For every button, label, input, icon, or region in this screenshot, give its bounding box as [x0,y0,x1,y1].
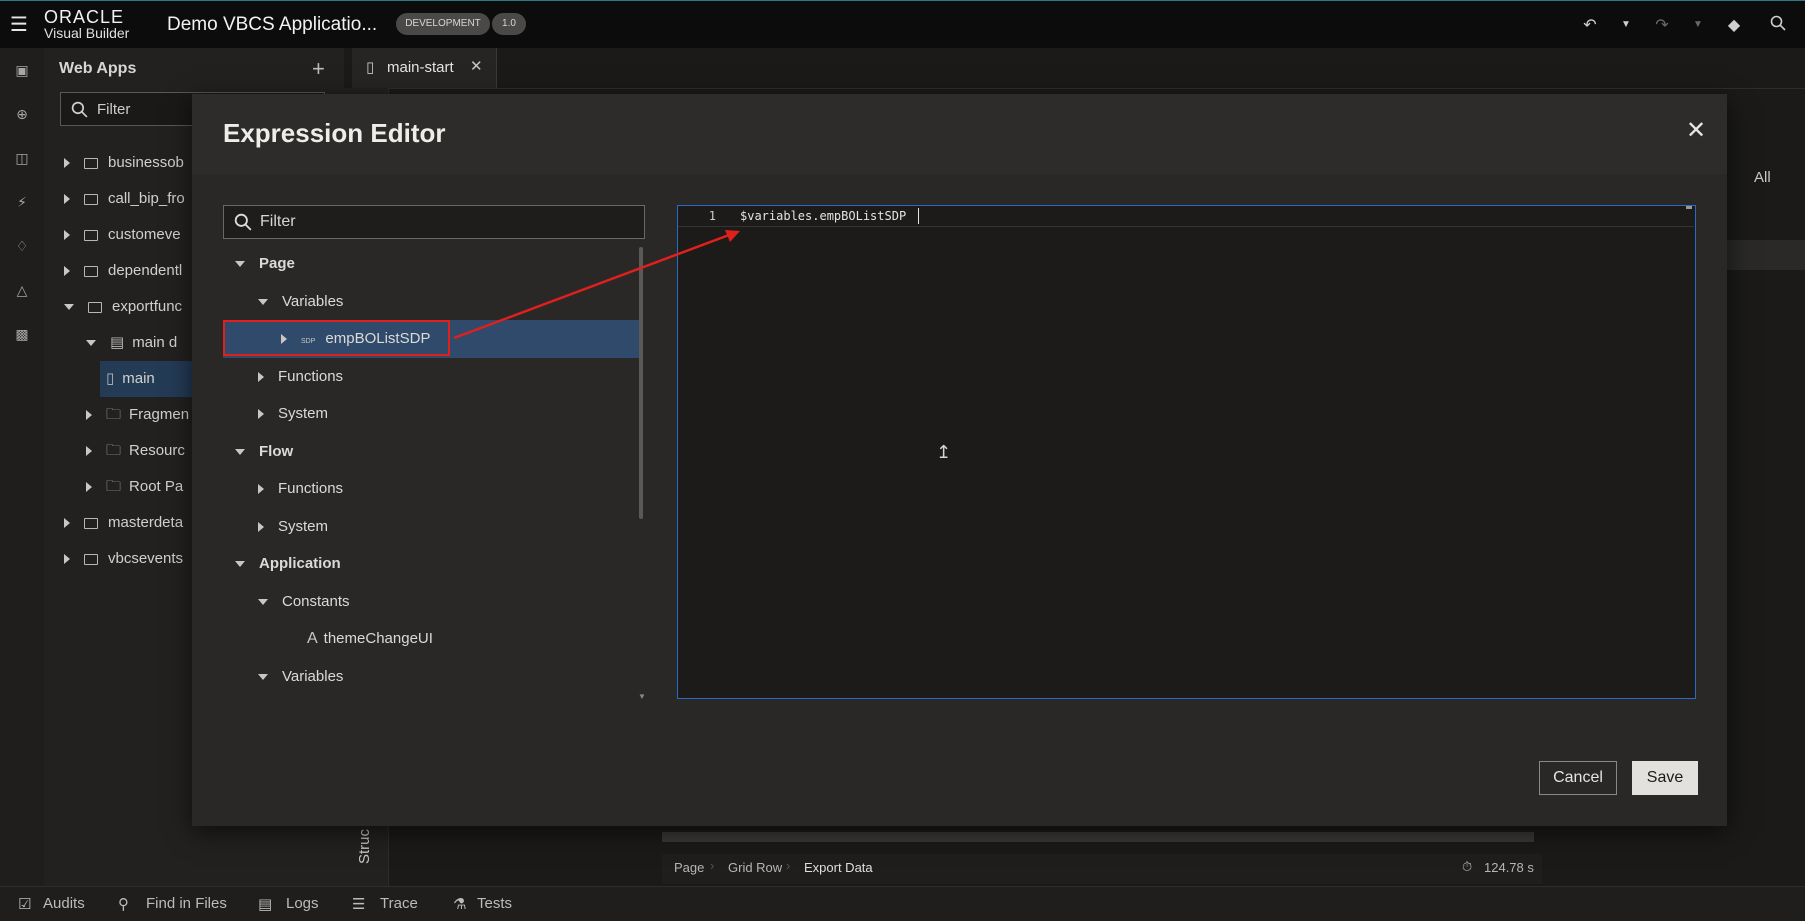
annotation-arrow [453,230,740,340]
cancel-button[interactable]: Cancel [1539,761,1617,795]
expression-editor-dialog: Expression Editor ✕ Filter Page Variable… [192,94,1727,826]
save-button[interactable]: Save [1632,761,1698,795]
